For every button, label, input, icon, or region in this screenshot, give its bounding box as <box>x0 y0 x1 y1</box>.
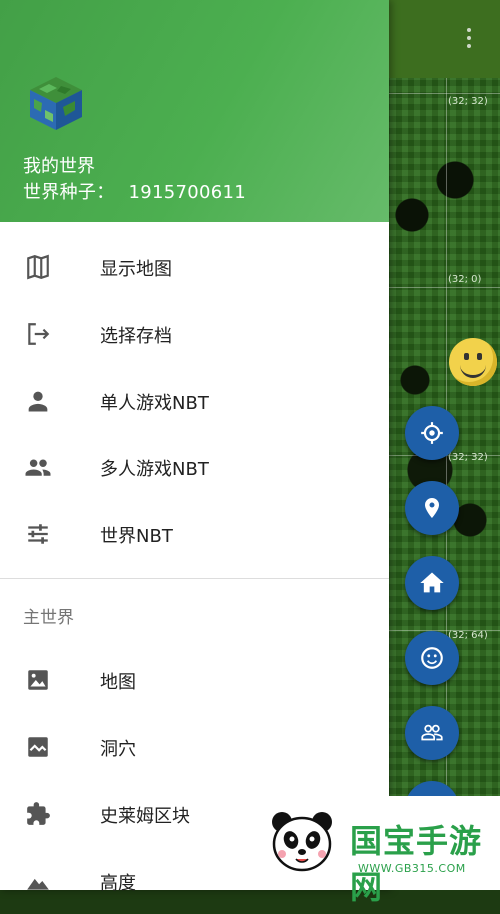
marker-button[interactable] <box>405 481 459 535</box>
menu-item-label: 选择存档 <box>100 326 172 347</box>
terrain-icon <box>22 731 54 763</box>
image-icon <box>22 664 54 696</box>
grid-line <box>388 93 500 94</box>
player-marker-icon[interactable] <box>449 338 497 386</box>
smiley-icon <box>421 647 443 669</box>
world-seed: 世界种子： 1915700611 <box>23 178 246 204</box>
crosshair-icon <box>421 422 443 444</box>
watermark: 国宝手游网 WWW.GB315.COM <box>258 796 500 906</box>
menu-item-single-nbt[interactable]: 单人游戏NBT <box>0 368 389 434</box>
exit-icon <box>22 318 54 350</box>
menu-item-label: 单人游戏NBT <box>100 393 209 414</box>
group-icon <box>421 724 443 741</box>
world-cube-icon <box>30 77 82 130</box>
location-pin-icon <box>425 498 439 518</box>
navigation-drawer: 我的世界 世界种子： 1915700611 显示地图 选择存档 单人游戏NBT 多… <box>0 0 389 894</box>
menu-item-show-map[interactable]: 显示地图 <box>0 234 389 300</box>
menu-item-label: 高度 <box>100 873 136 894</box>
emoji-button[interactable] <box>405 631 459 685</box>
overflow-menu-icon[interactable] <box>466 28 472 52</box>
menu-item-multi-nbt[interactable]: 多人游戏NBT <box>0 434 389 500</box>
divider <box>0 578 389 579</box>
coord-label: (32; 32) <box>448 96 488 107</box>
menu-item-caves[interactable]: 洞穴 <box>0 714 389 780</box>
seed-value: 1915700611 <box>128 182 247 203</box>
seed-label: 世界种子： <box>23 182 115 203</box>
watermark-url: WWW.GB315.COM <box>358 862 466 875</box>
coord-label: (32; 0) <box>448 274 482 285</box>
map-icon <box>22 251 54 283</box>
menu-item-label: 洞穴 <box>100 739 136 760</box>
menu-item-label: 多人游戏NBT <box>100 459 209 480</box>
grid-line <box>388 287 500 288</box>
menu-item-label: 史莱姆区块 <box>100 806 190 827</box>
locate-button[interactable] <box>405 406 459 460</box>
home-button[interactable] <box>405 556 459 610</box>
world-name: 我的世界 <box>23 156 95 177</box>
menu-item-select-save[interactable]: 选择存档 <box>0 301 389 367</box>
puzzle-icon <box>22 798 54 830</box>
panda-logo-icon <box>272 812 332 872</box>
coord-label: (32; 32) <box>448 452 488 463</box>
tune-icon <box>22 518 54 550</box>
home-icon <box>420 572 444 593</box>
menu-item-world-nbt[interactable]: 世界NBT <box>0 501 389 567</box>
menu-item-label: 世界NBT <box>100 526 173 547</box>
people-icon <box>22 451 54 483</box>
drawer-header: 我的世界 世界种子： 1915700611 <box>0 0 389 222</box>
person-icon <box>22 385 54 417</box>
coord-label: (32; 64) <box>448 630 488 641</box>
mountain-icon <box>22 865 54 897</box>
menu-item-label: 显示地图 <box>100 259 172 280</box>
players-button[interactable] <box>405 706 459 760</box>
section-header: 主世界 <box>23 608 74 628</box>
menu-item-label: 地图 <box>100 672 136 693</box>
menu-item-map[interactable]: 地图 <box>0 647 389 713</box>
